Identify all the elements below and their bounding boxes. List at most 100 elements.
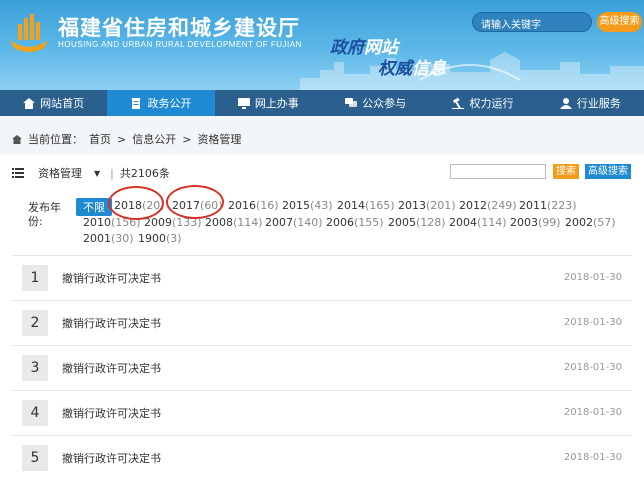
year-filter-2015[interactable]: 2015(43) xyxy=(282,199,333,212)
nav-item-home[interactable]: 网站首页 xyxy=(0,90,107,116)
year-filter-2003[interactable]: 2003(99) xyxy=(510,216,561,229)
year-filter-2002[interactable]: 2002(57) xyxy=(565,216,616,229)
site-banner: 福建省住房和城乡建设厅 HOUSING AND URBAN RURAL DEVE… xyxy=(0,0,644,90)
top-advanced-search-button[interactable]: 高级搜索 xyxy=(597,12,642,32)
list-item-date: 2018-01-30 xyxy=(563,362,622,373)
year-value: 2003 xyxy=(510,216,538,229)
document-icon xyxy=(132,97,141,109)
nav-item-government[interactable]: 政务公开 xyxy=(107,90,215,116)
nav-item-public-participation[interactable]: 公众参与 xyxy=(322,90,429,116)
logo-icon xyxy=(10,14,48,52)
year-value: 2013 xyxy=(398,199,426,212)
year-count: (201) xyxy=(426,199,456,212)
search-button[interactable]: 搜索 xyxy=(553,164,579,179)
site-title: 福建省住房和城乡建设厅 xyxy=(58,16,300,40)
list-item[interactable]: 5 撤销行政许可决定书 2018-01-30 xyxy=(12,435,632,479)
year-filter-2014[interactable]: 2014(165) xyxy=(337,199,395,212)
year-filter-2006[interactable]: 2006(155) xyxy=(326,216,384,229)
year-count: (140) xyxy=(293,216,323,229)
site-search-input[interactable]: 请输入关键字 xyxy=(472,12,592,32)
year-count: (223) xyxy=(547,199,577,212)
advanced-search-button[interactable]: 高级搜索 xyxy=(585,164,631,179)
year-value: 2014 xyxy=(337,199,365,212)
list-item-title[interactable]: 撤销行政许可决定书 xyxy=(62,270,564,286)
breadcrumb-info-link[interactable]: 信息公开 xyxy=(132,131,176,147)
home-icon xyxy=(12,134,22,144)
site-subtitle: HOUSING AND URBAN RURAL DEVELOPMENT OF F… xyxy=(58,40,302,49)
nav-item-industry-service[interactable]: 行业服务 xyxy=(537,90,644,116)
year-filter-label: 发布年份: xyxy=(28,201,61,228)
breadcrumb: 当前位置： 首页 > 信息公开 > 资格管理 xyxy=(12,131,241,147)
filter-search-input[interactable] xyxy=(450,164,546,179)
year-value: 2006 xyxy=(326,216,354,229)
home-icon xyxy=(23,97,36,109)
year-count: (43) xyxy=(310,199,333,212)
year-filter-2005[interactable]: 2005(128) xyxy=(388,216,446,229)
year-value: 2011 xyxy=(519,199,547,212)
year-value: 不限 xyxy=(83,201,105,214)
chevron-down-icon[interactable]: ▼ xyxy=(94,169,100,178)
monitor-icon xyxy=(237,97,250,109)
year-filter-2011[interactable]: 2011(223) xyxy=(519,199,577,212)
list-item[interactable]: 4 撤销行政许可决定书 2018-01-30 xyxy=(12,390,632,434)
category-dropdown[interactable]: 资格管理 xyxy=(38,165,82,181)
nav-label: 权力运行 xyxy=(469,97,514,110)
list-item[interactable]: 1 撤销行政许可决定书 2018-01-30 xyxy=(12,255,632,299)
year-count: (128) xyxy=(416,216,446,229)
divider: | xyxy=(110,166,114,180)
nav-item-power-operation[interactable]: 权力运行 xyxy=(429,90,536,116)
list-item-title[interactable]: 撤销行政许可决定书 xyxy=(62,315,564,331)
breadcrumb-home-link[interactable]: 首页 xyxy=(89,131,111,147)
nav-item-online-service[interactable]: 网上办事 xyxy=(215,90,322,116)
year-filter-2001[interactable]: 2001(30) xyxy=(83,232,134,245)
year-count: (3) xyxy=(166,232,182,245)
year-count: (114) xyxy=(477,216,507,229)
nav-label: 政务公开 xyxy=(147,97,192,110)
year-filter-all[interactable]: 不限 xyxy=(76,198,112,216)
chat-icon xyxy=(345,97,358,107)
list-toolbar: 资格管理 ▼ | 共2106条 xyxy=(12,165,170,181)
year-filter-2016[interactable]: 2016(16) xyxy=(228,199,279,212)
year-filter-2008[interactable]: 2008(114) xyxy=(205,216,263,229)
list-item[interactable]: 2 撤销行政许可决定书 2018-01-30 xyxy=(12,300,632,344)
year-filter-1900[interactable]: 1900(3) xyxy=(138,232,182,245)
year-count: (155) xyxy=(354,216,384,229)
year-count: (249) xyxy=(487,199,517,212)
list-item-number: 3 xyxy=(22,354,48,381)
year-count: (165) xyxy=(365,199,395,212)
slogan-line-2: 权威信息 xyxy=(378,59,446,79)
year-value: 2008 xyxy=(205,216,233,229)
breadcrumb-separator: > xyxy=(182,132,192,146)
year-value: 2012 xyxy=(459,199,487,212)
year-value: 2004 xyxy=(449,216,477,229)
breadcrumb-prefix: 当前位置： xyxy=(28,133,83,146)
nav-label: 公众参与 xyxy=(362,97,407,110)
list-item-title[interactable]: 撤销行政许可决定书 xyxy=(62,450,564,466)
list-item-date: 2018-01-30 xyxy=(563,407,622,418)
list-item-date: 2018-01-30 xyxy=(563,317,622,328)
year-count: (30) xyxy=(111,232,134,245)
list-item-title[interactable]: 撤销行政许可决定书 xyxy=(62,360,564,376)
list-item-date: 2018-01-30 xyxy=(563,452,622,463)
year-value: 2001 xyxy=(83,232,111,245)
year-filter-2012[interactable]: 2012(249) xyxy=(459,199,517,212)
nav-label: 网站首页 xyxy=(40,97,85,110)
year-value: 2005 xyxy=(388,216,416,229)
year-count: (114) xyxy=(233,216,263,229)
list-item-title[interactable]: 撤销行政许可决定书 xyxy=(62,405,564,421)
list-item-number: 4 xyxy=(22,399,48,426)
annotation-circle xyxy=(108,186,164,220)
year-count: (99) xyxy=(538,216,561,229)
year-filter-2007[interactable]: 2007(140) xyxy=(265,216,323,229)
breadcrumb-separator: > xyxy=(117,132,127,146)
year-filter-2013[interactable]: 2013(201) xyxy=(398,199,456,212)
nav-label: 网上办事 xyxy=(254,97,299,110)
main-nav: 网站首页 政务公开 网上办事 公众参与 权力运行 行业服务 xyxy=(0,90,644,116)
list-item-number: 5 xyxy=(22,444,48,471)
year-value: 2007 xyxy=(265,216,293,229)
list-item-number: 1 xyxy=(22,264,48,291)
list-item[interactable]: 3 撤销行政许可决定书 2018-01-30 xyxy=(12,345,632,389)
year-value: 1900 xyxy=(138,232,166,245)
breadcrumb-current: 资格管理 xyxy=(197,133,242,146)
year-filter-2004[interactable]: 2004(114) xyxy=(449,216,507,229)
